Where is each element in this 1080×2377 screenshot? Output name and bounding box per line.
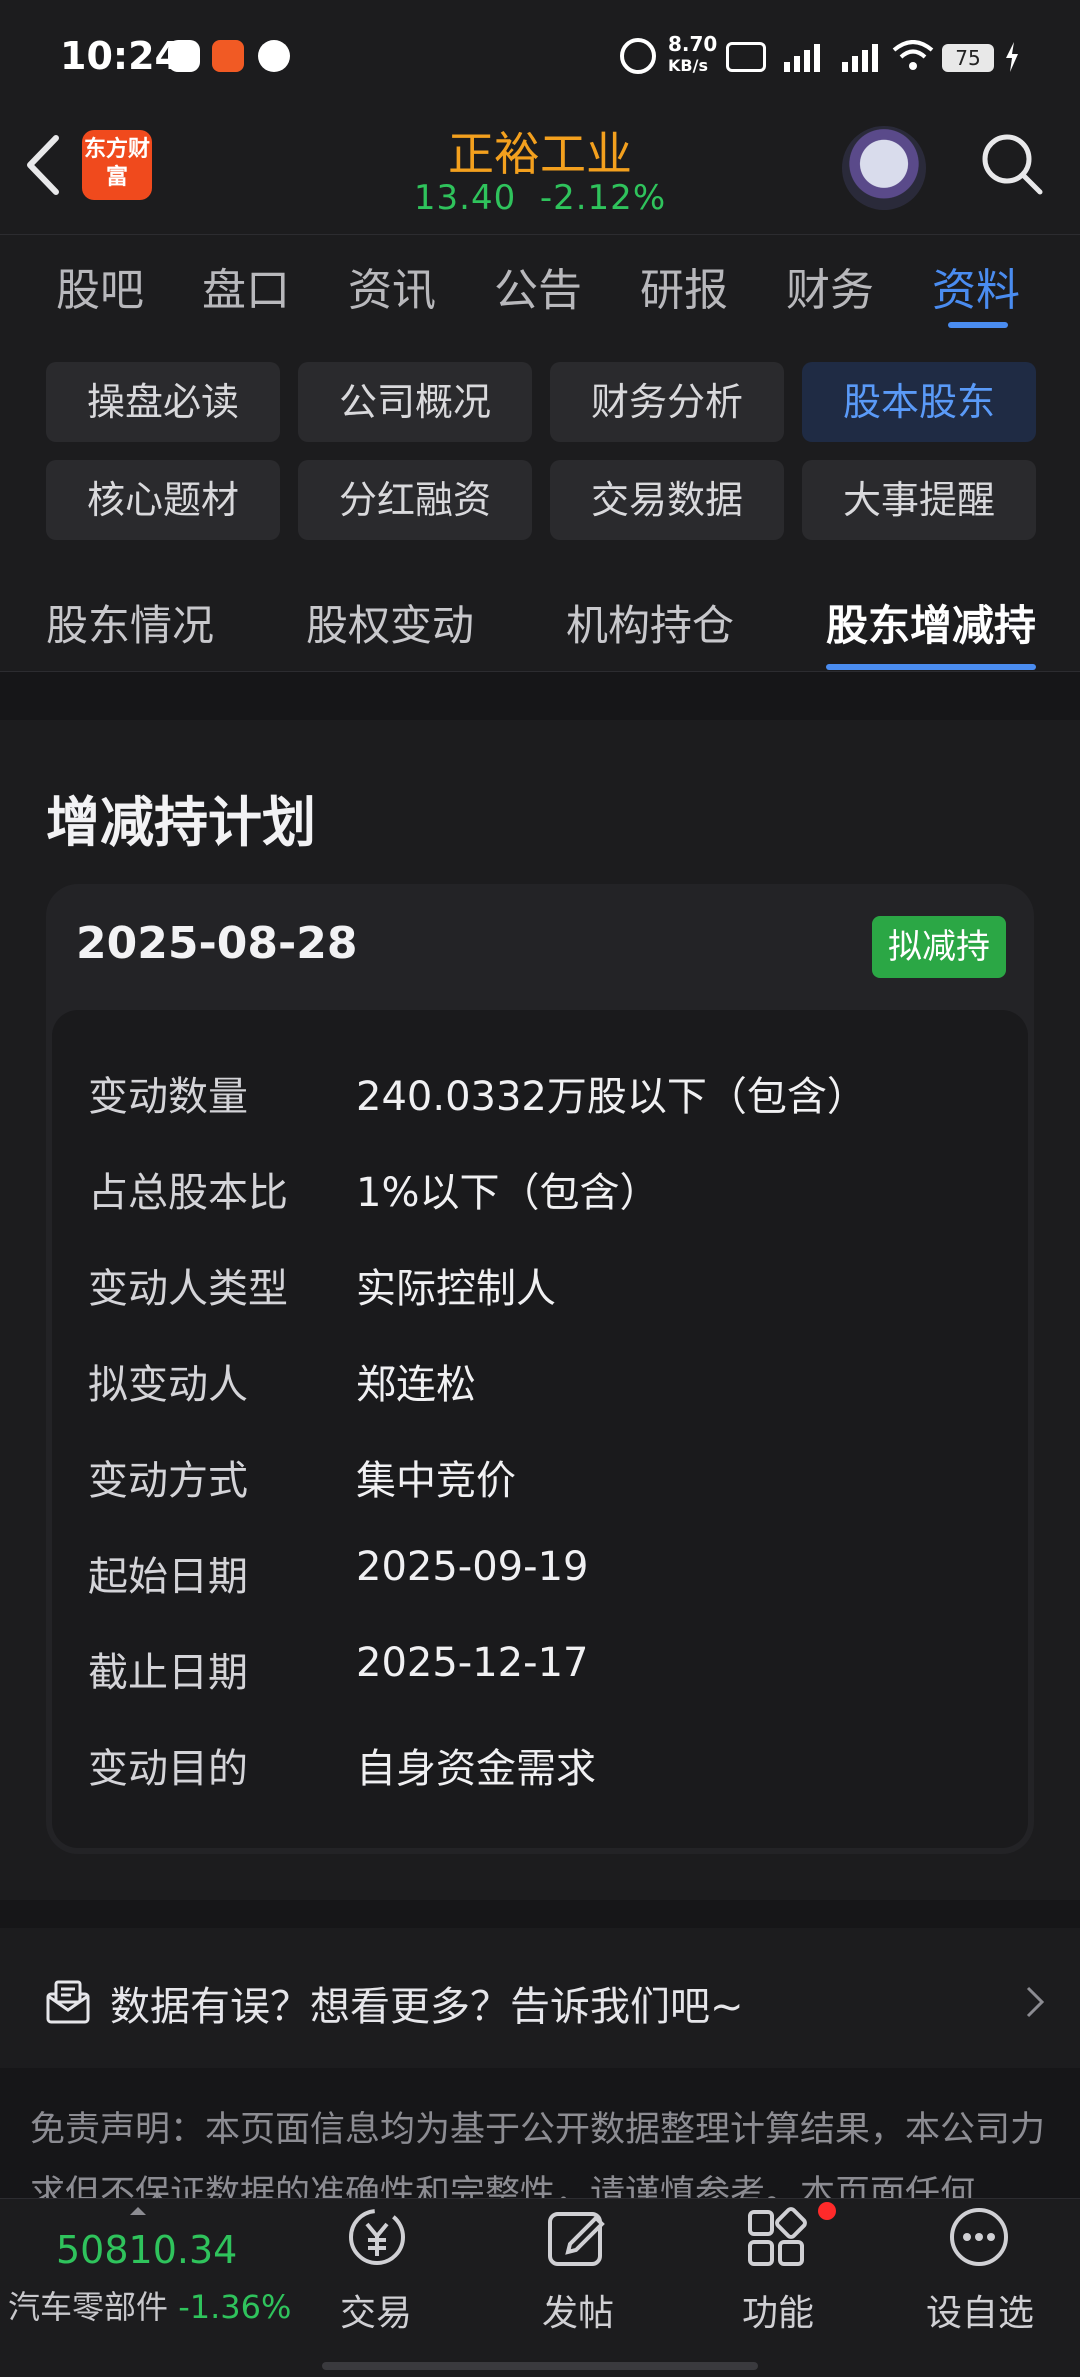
detail-label: 变动数量 bbox=[88, 1074, 248, 1120]
chip-dividends-financing[interactable]: 分红融资 bbox=[298, 460, 532, 540]
stock-price: 13.40 bbox=[413, 178, 517, 218]
detail-label: 变动目的 bbox=[88, 1746, 248, 1792]
plan-details bbox=[52, 1010, 1028, 1848]
subtab-holding-changes[interactable]: 股东增减持 bbox=[826, 592, 1036, 653]
detail-label: 变动人类型 bbox=[88, 1266, 288, 1312]
status-time: 10:24 bbox=[60, 34, 181, 78]
nav-trade-label[interactable]: 交易 bbox=[306, 2284, 446, 2336]
detail-label: 截止日期 bbox=[88, 1650, 248, 1696]
tab-news[interactable]: 资讯 bbox=[348, 254, 436, 318]
nav-functions-label[interactable]: 功能 bbox=[708, 2284, 848, 2336]
sector-index-info[interactable]: 汽车零部件 -1.36% bbox=[8, 2282, 291, 2328]
detail-value: 集中竞价 bbox=[356, 1458, 516, 1504]
detail-value: 自身资金需求 bbox=[356, 1746, 596, 1792]
active-subtab-indicator bbox=[826, 664, 1036, 670]
active-tab-indicator bbox=[948, 322, 1008, 328]
tab-profile[interactable]: 资料 bbox=[932, 254, 1020, 318]
section-title: 增减持计划 bbox=[46, 791, 316, 854]
chip-trading-data[interactable]: 交易数据 bbox=[550, 460, 784, 540]
detail-value: 1%以下（包含） bbox=[356, 1170, 660, 1216]
subtab-equity-change[interactable]: 股权变动 bbox=[306, 592, 474, 653]
detail-value: 实际控制人 bbox=[356, 1266, 556, 1312]
detail-value: 2025-12-17 bbox=[356, 1640, 589, 1686]
plan-type-badge: 拟减持 bbox=[872, 916, 1006, 978]
wifi-icon bbox=[892, 40, 934, 72]
chat-notification-icon bbox=[258, 40, 290, 72]
robot-assistant-icon[interactable] bbox=[842, 126, 926, 210]
signal-5g-icon bbox=[778, 42, 824, 72]
stock-name: 正裕工业 bbox=[448, 127, 632, 181]
nav-post-label[interactable]: 发帖 bbox=[508, 2284, 648, 2336]
detail-label: 占总股本比 bbox=[88, 1170, 288, 1216]
messenger-notification-icon bbox=[212, 40, 244, 72]
detail-value: 郑连松 bbox=[356, 1362, 476, 1408]
chip-share-capital[interactable]: 股本股东 bbox=[802, 362, 1036, 442]
chip-trading-guide[interactable]: 操盘必读 bbox=[46, 362, 280, 442]
app-logo[interactable]: 东方财富 bbox=[82, 130, 152, 200]
notification-dot bbox=[818, 2202, 836, 2220]
hd-icon bbox=[726, 42, 766, 72]
back-button[interactable] bbox=[24, 134, 64, 196]
search-icon[interactable] bbox=[980, 132, 1044, 196]
tab-guba[interactable]: 股吧 bbox=[56, 254, 144, 318]
chip-financial-analysis[interactable]: 财务分析 bbox=[550, 362, 784, 442]
battery-icon: 75 bbox=[942, 44, 994, 72]
sector-name: 汽车零部件 bbox=[8, 2288, 169, 2326]
home-indicator[interactable] bbox=[322, 2362, 758, 2370]
charging-icon bbox=[1004, 42, 1020, 72]
detail-value: 240.0332万股以下（包含） bbox=[356, 1074, 867, 1120]
chip-company-overview[interactable]: 公司概况 bbox=[298, 362, 532, 442]
stock-price-change: 13.40 -2.12% bbox=[340, 178, 740, 218]
alarm-icon bbox=[620, 38, 656, 74]
functions-grid-icon[interactable] bbox=[744, 2204, 810, 2270]
subtab-shareholders[interactable]: 股东情况 bbox=[46, 592, 214, 653]
post-edit-icon[interactable] bbox=[544, 2204, 610, 2270]
expand-up-icon[interactable] bbox=[130, 2200, 146, 2215]
nav-watchlist-label[interactable]: 设自选 bbox=[910, 2284, 1050, 2336]
tab-pankou[interactable]: 盘口 bbox=[202, 254, 290, 318]
detail-label: 拟变动人 bbox=[88, 1362, 248, 1408]
detail-value: 2025-09-19 bbox=[356, 1544, 589, 1590]
tab-finance[interactable]: 财务 bbox=[786, 254, 874, 318]
stock-change: -2.12% bbox=[539, 178, 667, 218]
chevron-right-icon[interactable] bbox=[1024, 1982, 1048, 2022]
net-speed-unit: KB/s bbox=[668, 56, 708, 75]
tab-announcements[interactable]: 公告 bbox=[494, 254, 582, 318]
net-speed: 8.70 bbox=[668, 32, 718, 56]
trade-icon[interactable] bbox=[344, 2204, 410, 2270]
signal-4g-icon bbox=[836, 42, 882, 72]
more-options-icon[interactable] bbox=[946, 2204, 1012, 2270]
detail-label: 起始日期 bbox=[88, 1554, 248, 1600]
chip-major-events[interactable]: 大事提醒 bbox=[802, 460, 1036, 540]
sector-change: -1.36% bbox=[178, 2288, 292, 2326]
subtab-institution-holdings[interactable]: 机构持仓 bbox=[566, 592, 734, 653]
chip-core-themes[interactable]: 核心题材 bbox=[46, 460, 280, 540]
sector-index-value[interactable]: 50810.34 bbox=[56, 2228, 237, 2272]
feedback-text[interactable]: 数据有误？想看更多？告诉我们吧~ bbox=[110, 1974, 744, 2032]
feedback-mail-icon bbox=[44, 1978, 92, 2026]
tab-research[interactable]: 研报 bbox=[640, 254, 728, 318]
detail-label: 变动方式 bbox=[88, 1458, 248, 1504]
app-notification-icon bbox=[168, 40, 200, 72]
plan-date: 2025-08-28 bbox=[76, 918, 358, 969]
